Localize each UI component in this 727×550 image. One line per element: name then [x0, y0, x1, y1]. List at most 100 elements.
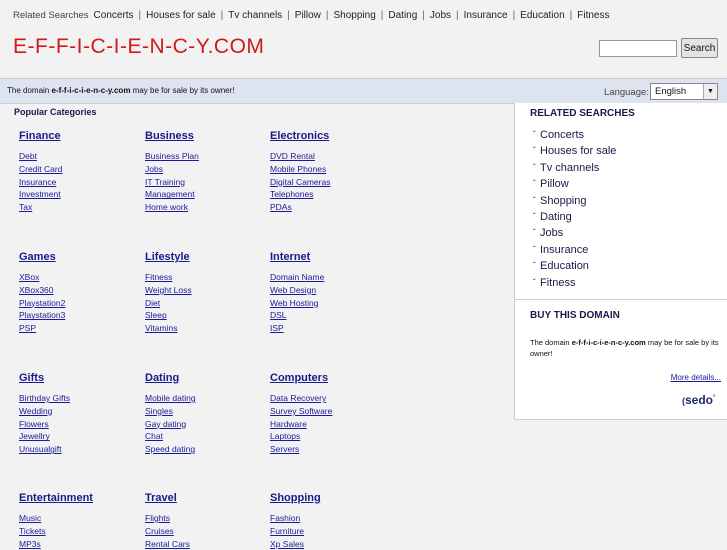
- category-heading[interactable]: Finance: [19, 130, 139, 142]
- category-link[interactable]: Cruises: [145, 525, 265, 538]
- category-heading[interactable]: Internet: [270, 251, 390, 263]
- search-button[interactable]: Search: [681, 38, 718, 58]
- related-search-link[interactable]: Houses for sale: [146, 10, 215, 21]
- category-link[interactable]: Flights: [145, 512, 265, 525]
- buy-domain-text: The domain e-f-f-i-c-i-e-n-c-y.com may b…: [530, 338, 719, 358]
- category-link[interactable]: Jewellry: [19, 430, 139, 443]
- category-heading[interactable]: Gifts: [19, 372, 139, 384]
- category-link[interactable]: Wedding: [19, 405, 139, 418]
- category-link[interactable]: Jobs: [145, 163, 265, 176]
- separator: |: [325, 10, 329, 21]
- category-link[interactable]: Mobile dating: [145, 392, 265, 405]
- category-link[interactable]: Digital Cameras: [270, 176, 390, 189]
- related-search-item[interactable]: ˇ Dating: [533, 209, 616, 225]
- category-heading[interactable]: Entertainment: [19, 492, 139, 504]
- category-link[interactable]: Unusualgift: [19, 443, 139, 456]
- category-link[interactable]: Speed dating: [145, 443, 265, 456]
- category-link[interactable]: Domain Name: [270, 271, 390, 284]
- category-heading[interactable]: Dating: [145, 372, 265, 384]
- category-link[interactable]: Fashion: [270, 512, 390, 525]
- category-link[interactable]: Data Recovery: [270, 392, 390, 405]
- category-link[interactable]: Rental Cars: [145, 538, 265, 550]
- related-search-link[interactable]: Shopping: [334, 10, 376, 21]
- sidebar: RELATED SEARCHES ˇ Concerts ˇ Houses for sa…: [514, 103, 727, 420]
- category-block: Shopping Fashion Furniture Xp Sales: [270, 492, 390, 550]
- related-search-link[interactable]: Education: [520, 10, 564, 21]
- category-link[interactable]: Telephones: [270, 188, 390, 201]
- category-link[interactable]: Tickets: [19, 525, 139, 538]
- category-link[interactable]: Business Plan: [145, 150, 265, 163]
- separator: |: [287, 10, 290, 21]
- sedo-logo: (sedo°: [682, 393, 716, 407]
- separator: |: [569, 10, 573, 21]
- related-search-item[interactable]: ˇ Insurance: [533, 242, 616, 258]
- more-details-link[interactable]: More details...: [671, 373, 721, 382]
- category-link[interactable]: Diet: [145, 297, 265, 310]
- related-search-item[interactable]: ˇ Tv channels: [533, 160, 616, 176]
- related-search-item[interactable]: ˇ Jobs: [533, 225, 616, 241]
- category-link[interactable]: Debt: [19, 150, 139, 163]
- category-link[interactable]: PDAs: [270, 201, 390, 214]
- category-link[interactable]: Singles: [145, 405, 265, 418]
- category-link[interactable]: Vitamins: [145, 322, 265, 335]
- search-input[interactable]: [599, 40, 677, 57]
- category-link[interactable]: Flowers: [19, 418, 139, 431]
- dropdown-arrow-icon[interactable]: ▼: [703, 84, 717, 99]
- category-link[interactable]: XBox: [19, 271, 139, 284]
- category-heading[interactable]: Business: [145, 130, 265, 142]
- category-link[interactable]: Gay dating: [145, 418, 265, 431]
- category-heading[interactable]: Travel: [145, 492, 265, 504]
- category-link[interactable]: ISP: [270, 322, 390, 335]
- related-search-item[interactable]: ˇ Fitness: [533, 275, 616, 291]
- related-search-link[interactable]: Pillow: [295, 10, 321, 21]
- category-link[interactable]: Survey Software: [270, 405, 390, 418]
- category-link[interactable]: Insurance: [19, 176, 139, 189]
- category-link[interactable]: Xp Sales: [270, 538, 390, 550]
- category-block: Lifestyle Fitness Weight Loss Diet Sleep Vita…: [145, 251, 265, 335]
- related-search-item[interactable]: ˇ Education: [533, 258, 616, 274]
- related-search-link[interactable]: Tv channels: [228, 10, 282, 21]
- category-heading[interactable]: Shopping: [270, 492, 390, 504]
- category-link[interactable]: Hardware: [270, 418, 390, 431]
- category-link[interactable]: Fitness: [145, 271, 265, 284]
- category-link[interactable]: Playstation3: [19, 309, 139, 322]
- category-link[interactable]: IT Training: [145, 176, 265, 189]
- category-link[interactable]: Playstation2: [19, 297, 139, 310]
- category-link[interactable]: Investment: [19, 188, 139, 201]
- related-search-link[interactable]: Insurance: [464, 10, 508, 21]
- category-link[interactable]: PSP: [19, 322, 139, 335]
- related-search-link[interactable]: Jobs: [430, 10, 451, 21]
- category-link[interactable]: Weight Loss: [145, 284, 265, 297]
- domain-name: e-f-f-i-c-i-e-n-c-y.com: [51, 86, 131, 95]
- category-link[interactable]: Credit Card: [19, 163, 139, 176]
- category-link[interactable]: Management: [145, 188, 265, 201]
- related-search-item[interactable]: ˇ Pillow: [533, 176, 616, 192]
- category-link[interactable]: Furniture: [270, 525, 390, 538]
- category-link[interactable]: Chat: [145, 430, 265, 443]
- category-link[interactable]: DVD Rental: [270, 150, 390, 163]
- related-search-item[interactable]: ˇ Concerts: [533, 127, 616, 143]
- related-search-link[interactable]: Dating: [388, 10, 417, 21]
- category-heading[interactable]: Electronics: [270, 130, 390, 142]
- category-link[interactable]: Music: [19, 512, 139, 525]
- category-heading[interactable]: Games: [19, 251, 139, 263]
- category-link[interactable]: Home work: [145, 201, 265, 214]
- category-link[interactable]: Mobile Phones: [270, 163, 390, 176]
- category-link[interactable]: Web Design: [270, 284, 390, 297]
- category-heading[interactable]: Computers: [270, 372, 390, 384]
- category-heading[interactable]: Lifestyle: [145, 251, 265, 263]
- category-link[interactable]: Laptops: [270, 430, 390, 443]
- category-link[interactable]: DSL: [270, 309, 390, 322]
- category-link[interactable]: MP3s: [19, 538, 139, 550]
- related-search-item[interactable]: ˇ Houses for sale: [533, 143, 616, 159]
- language-select[interactable]: English ▼: [650, 83, 718, 100]
- category-link[interactable]: Sleep: [145, 309, 265, 322]
- related-search-link[interactable]: Concerts: [94, 10, 134, 21]
- category-link[interactable]: Servers: [270, 443, 390, 456]
- related-search-item[interactable]: ˇ Shopping: [533, 193, 616, 209]
- category-link[interactable]: XBox360: [19, 284, 139, 297]
- category-link[interactable]: Birthday Gifts: [19, 392, 139, 405]
- category-link[interactable]: Web Hosting: [270, 297, 390, 310]
- category-link[interactable]: Tax: [19, 201, 139, 214]
- related-search-link[interactable]: Fitness: [577, 10, 609, 21]
